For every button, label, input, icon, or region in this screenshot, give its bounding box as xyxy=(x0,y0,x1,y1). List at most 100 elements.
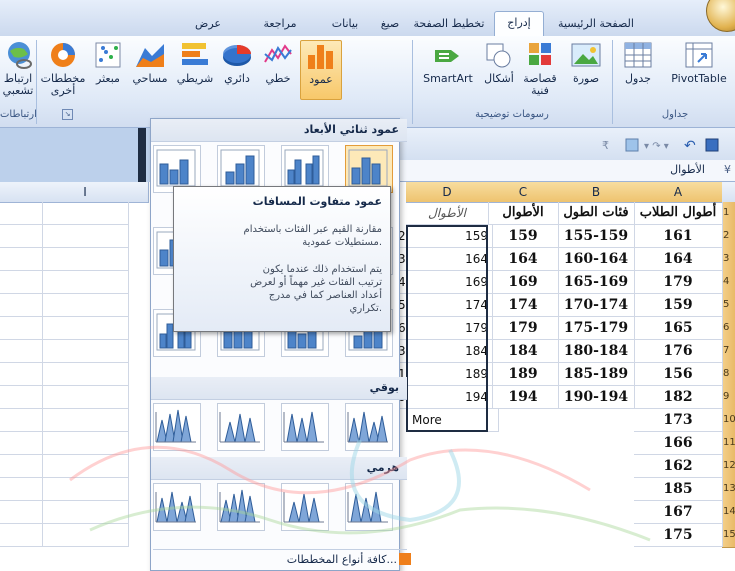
tab-review[interactable]: مراجعة xyxy=(250,13,310,35)
row-header[interactable]: 12 xyxy=(722,455,735,479)
cell-a[interactable]: 159 xyxy=(634,294,723,317)
empty-cell[interactable] xyxy=(0,248,43,271)
tab-home[interactable]: الصفحة الرئيسية xyxy=(544,13,648,35)
empty-cell[interactable] xyxy=(0,455,43,478)
tab-data[interactable]: بيانات xyxy=(320,13,370,35)
row-header[interactable]: 11 xyxy=(722,432,735,456)
row-header[interactable]: 8 xyxy=(722,363,735,387)
cell-c[interactable]: 174 xyxy=(488,294,559,317)
tab-formulas[interactable]: صيغ xyxy=(372,13,408,35)
empty-cell[interactable] xyxy=(42,340,129,363)
cell-b[interactable]: 160-164 xyxy=(558,248,635,271)
cell-c[interactable]: 189 xyxy=(488,363,559,386)
empty-cell[interactable] xyxy=(0,363,43,386)
column-header[interactable] xyxy=(128,182,149,203)
scatter-chart-button[interactable]: مبعثر xyxy=(88,40,128,98)
cell-b[interactable]: 180-184 xyxy=(558,340,635,363)
cell-a[interactable]: 175 xyxy=(634,524,723,547)
cell-c[interactable]: 184 xyxy=(488,340,559,363)
empty-cell[interactable] xyxy=(42,501,129,524)
cell-c[interactable]: 179 xyxy=(488,317,559,340)
cell-a[interactable]: 161 xyxy=(634,225,723,248)
pyramid-option[interactable] xyxy=(153,483,201,531)
cell-a[interactable]: 182 xyxy=(634,386,723,409)
header-cell-c[interactable]: الأطوال xyxy=(488,202,559,225)
row-header[interactable]: 10 xyxy=(722,409,735,433)
empty-cell[interactable] xyxy=(42,455,129,478)
cell-b[interactable]: 155-159 xyxy=(558,225,635,248)
empty-cell[interactable] xyxy=(0,317,43,340)
cell-d[interactable]: 194 xyxy=(406,386,493,409)
empty-cell[interactable] xyxy=(0,409,43,432)
header-cell-d[interactable]: الأطوال xyxy=(406,202,489,225)
header-cell-b[interactable]: فئات الطول xyxy=(558,202,635,225)
cell-a[interactable]: 173 xyxy=(634,409,723,432)
cell-d[interactable]: More xyxy=(406,409,499,432)
row-header[interactable]: 4 xyxy=(722,271,735,295)
column-chart-button[interactable]: عمود xyxy=(300,40,342,100)
empty-cell[interactable] xyxy=(42,271,129,294)
cell-a[interactable]: 167 xyxy=(634,501,723,524)
cell-b[interactable]: 175-179 xyxy=(558,317,635,340)
pyramid-option[interactable] xyxy=(345,483,393,531)
empty-cell[interactable] xyxy=(0,478,43,501)
cell-c[interactable]: 164 xyxy=(488,248,559,271)
row-header[interactable]: 9 xyxy=(722,386,735,410)
cell-d[interactable]: 184 xyxy=(406,340,493,363)
empty-cell[interactable] xyxy=(0,294,43,317)
row-header[interactable]: 1 xyxy=(722,202,735,226)
empty-cell[interactable] xyxy=(0,524,43,547)
empty-cell[interactable] xyxy=(42,432,129,455)
name-box[interactable]: الأطوال xyxy=(670,163,705,176)
pyramid-option[interactable] xyxy=(217,483,265,531)
all-chart-types-button[interactable]: كافة أنواع المخططات... xyxy=(153,549,411,570)
cell-a[interactable]: 165 xyxy=(634,317,723,340)
cell-c[interactable]: 194 xyxy=(488,386,559,409)
empty-cell[interactable] xyxy=(42,478,129,501)
empty-cell[interactable] xyxy=(42,363,129,386)
cone-option[interactable] xyxy=(281,403,329,451)
column-header-c[interactable]: C xyxy=(488,182,559,203)
empty-cell[interactable] xyxy=(42,294,129,317)
cell-c[interactable]: 159 xyxy=(488,225,559,248)
cell-b[interactable]: 190-194 xyxy=(558,386,635,409)
line-chart-button[interactable]: خطي xyxy=(258,40,298,98)
smartart-button[interactable]: SmartArt xyxy=(416,40,480,98)
row-header[interactable]: 15 xyxy=(722,524,735,548)
row-header[interactable]: 14 xyxy=(722,501,735,525)
cell-d[interactable]: 159 xyxy=(406,225,493,248)
pie-chart-button[interactable]: دائري xyxy=(216,40,258,98)
empty-cell[interactable] xyxy=(42,524,129,547)
cell-a[interactable]: 156 xyxy=(634,363,723,386)
tab-page-layout[interactable]: تخطيط الصفحة xyxy=(410,13,488,35)
cell-c[interactable]: 169 xyxy=(488,271,559,294)
hyperlink-button[interactable]: ارتباط تشعبي xyxy=(2,40,34,98)
column-header-a[interactable]: A xyxy=(634,182,723,203)
empty-cell[interactable] xyxy=(0,432,43,455)
tab-insert[interactable]: إدراج xyxy=(494,11,544,37)
clipart-button[interactable]: قصاصة فنية xyxy=(518,40,562,98)
empty-cell[interactable] xyxy=(42,409,129,432)
empty-cell[interactable] xyxy=(0,386,43,409)
row-header[interactable]: 13 xyxy=(722,478,735,502)
cell-a[interactable]: 185 xyxy=(634,478,723,501)
column-header-b[interactable]: B xyxy=(558,182,635,203)
empty-cell[interactable] xyxy=(42,225,129,248)
cell-d[interactable]: 174 xyxy=(406,294,493,317)
cell-a[interactable]: 166 xyxy=(634,432,723,455)
cell-b[interactable]: 170-174 xyxy=(558,294,635,317)
select-all-corner[interactable] xyxy=(722,182,735,203)
cell-a[interactable]: 164 xyxy=(634,248,723,271)
name-box-dropdown-icon[interactable]: ¥ xyxy=(724,163,731,176)
group-launcher-icon[interactable]: ↘ xyxy=(62,109,73,120)
cone-option[interactable] xyxy=(345,403,393,451)
row-header[interactable]: 2 xyxy=(722,225,735,249)
pivot-table-button[interactable]: PivotTable xyxy=(664,40,734,98)
column-header-i[interactable]: I xyxy=(42,182,129,203)
row-header[interactable]: 7 xyxy=(722,340,735,364)
cell-b[interactable]: 165-169 xyxy=(558,271,635,294)
empty-cell[interactable] xyxy=(0,202,43,225)
cell-d[interactable]: 164 xyxy=(406,248,493,271)
bar-chart-button[interactable]: شريطي xyxy=(174,40,216,98)
picture-button[interactable]: صورة xyxy=(564,40,608,98)
